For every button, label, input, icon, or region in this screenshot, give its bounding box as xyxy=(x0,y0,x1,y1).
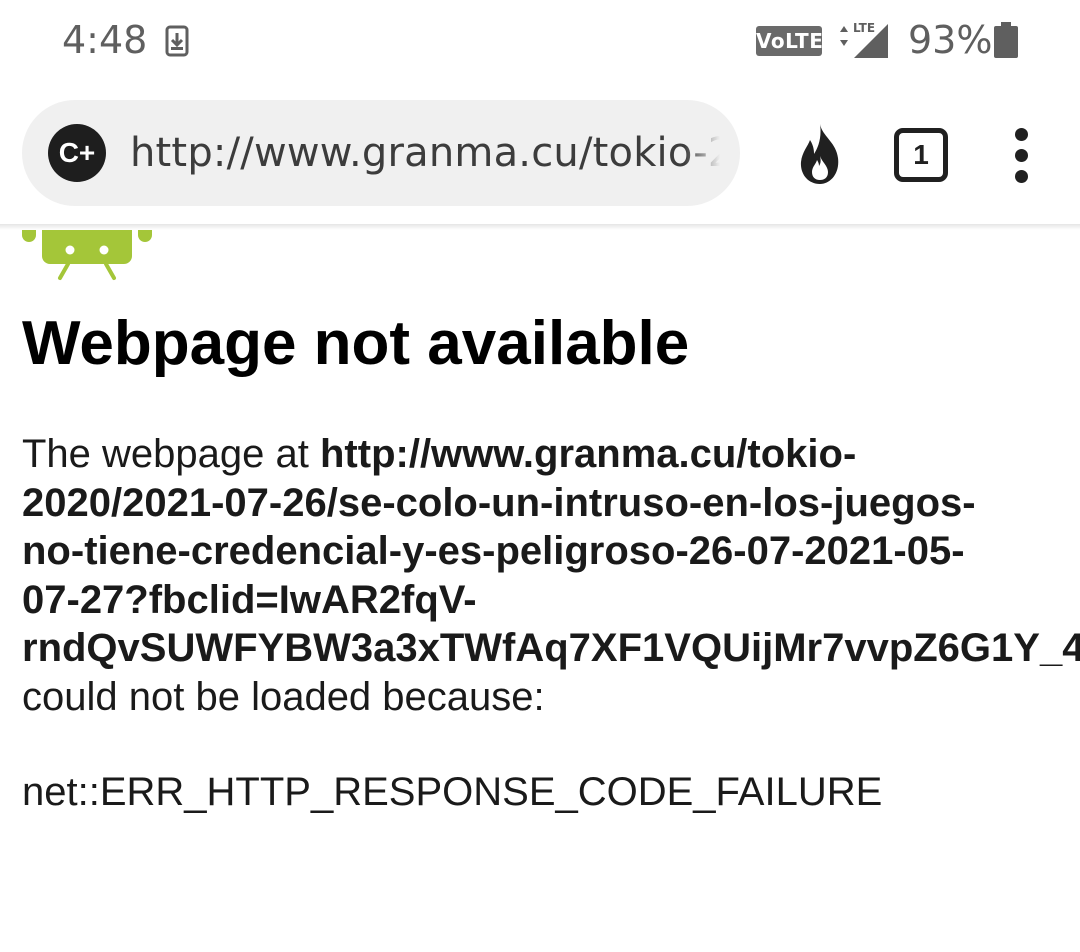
error-trail-text: could not be loaded because: xyxy=(22,674,545,719)
url-bar[interactable]: C+ http://www.granma.cu/tokio-2020/2021-… xyxy=(22,100,740,206)
battery-icon xyxy=(994,22,1018,63)
menu-dot xyxy=(1015,128,1028,141)
site-info-icon[interactable]: C+ xyxy=(48,124,106,182)
error-message: The webpage at http://www.granma.cu/toki… xyxy=(22,430,1080,721)
error-page-content: Webpage not available The webpage at htt… xyxy=(0,230,1080,952)
error-title: Webpage not available xyxy=(22,309,690,378)
error-lead-text: The webpage at xyxy=(22,432,320,476)
signal-icon: LTE xyxy=(834,20,892,65)
browser-toolbar: C+ http://www.granma.cu/tokio-2020/2021-… xyxy=(0,84,1080,226)
network-type: LTE xyxy=(853,21,875,35)
error-code: net::ERR_HTTP_RESPONSE_CODE_FAILURE xyxy=(22,770,883,814)
failed-url-line: http://www.granma.cu/tokio- xyxy=(320,432,857,476)
download-icon xyxy=(165,25,191,62)
failed-url-line: no-tiene-credencial-y-es-peligroso-26-07… xyxy=(22,529,965,573)
status-time: 4:48 xyxy=(62,18,148,62)
status-bar: 4:48 VoLTE LTE 93% xyxy=(0,0,1080,84)
volte-badge: VoLTE xyxy=(756,26,823,56)
menu-dot xyxy=(1015,170,1028,183)
menu-dot xyxy=(1015,149,1028,162)
fire-icon[interactable] xyxy=(792,122,848,186)
battery-percent: 93% xyxy=(908,18,993,62)
failed-url-line: 2020/2021-07-26/se-colo-un-intruso-en-lo… xyxy=(22,480,976,525)
url-text[interactable]: http://www.granma.cu/tokio-2020/2021-07-… xyxy=(130,130,720,180)
browser-screen: 4:48 VoLTE LTE 93% C+ http://www.granma.… xyxy=(0,0,1080,952)
tab-switcher-button[interactable]: 1 xyxy=(894,128,948,182)
failed-url-line: rndQvSUWFYBW3a3xTWfAq7XF1VQUijMr7vvpZ6G1… xyxy=(22,626,1080,670)
failed-url-line: 07-27?fbclid=IwAR2fqV- xyxy=(22,577,477,622)
android-icon xyxy=(22,230,152,297)
overflow-menu-icon[interactable] xyxy=(1004,128,1040,184)
